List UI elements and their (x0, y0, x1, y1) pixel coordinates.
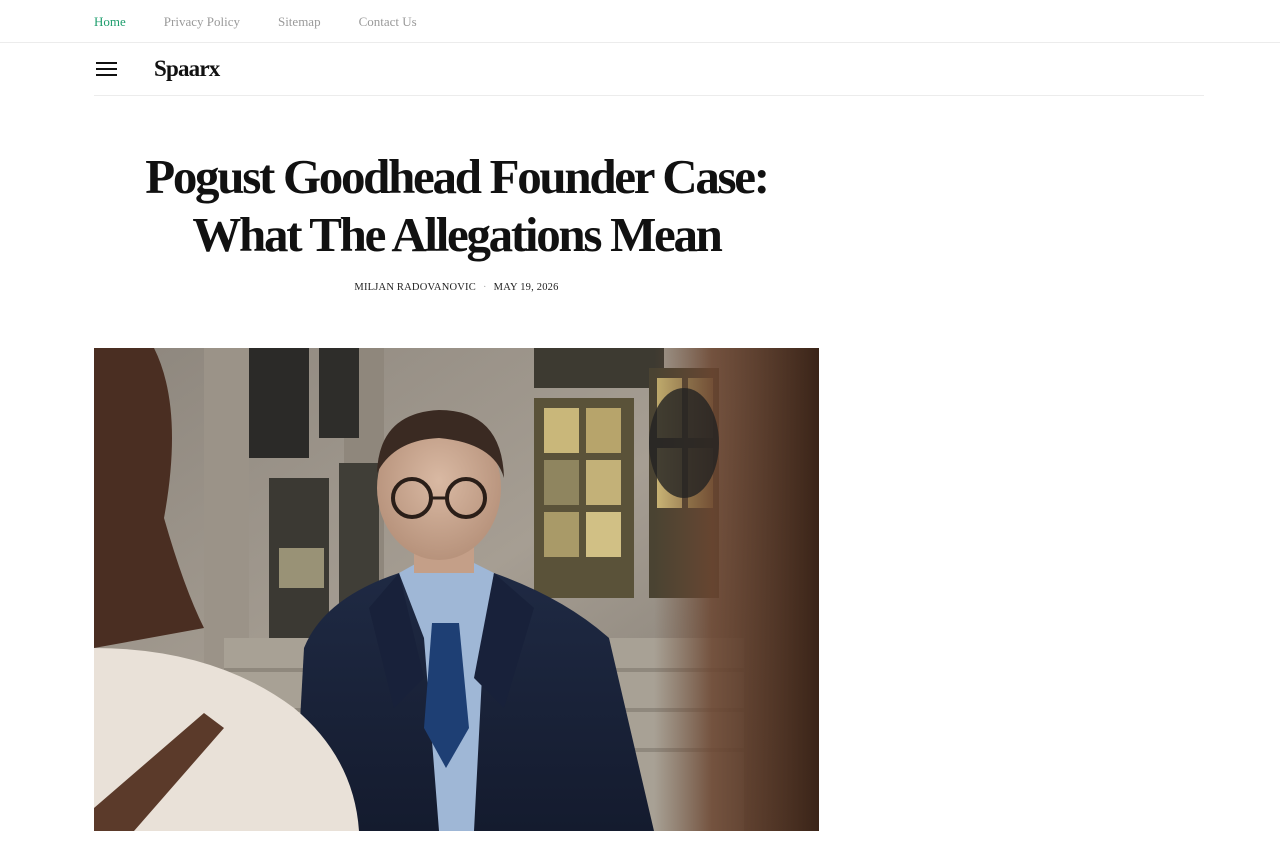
featured-image (94, 348, 819, 831)
top-nav-list: Home Privacy Policy Sitemap Contact Us (94, 14, 455, 30)
top-navigation: Home Privacy Policy Sitemap Contact Us (0, 0, 1280, 43)
nav-link-home[interactable]: Home (94, 14, 126, 30)
article-title-line-2: What The Allegations Mean (192, 207, 723, 262)
author-link[interactable]: MILJAN RADOVANOVIC (354, 282, 476, 293)
hamburger-bar (96, 74, 117, 76)
hamburger-menu-icon[interactable] (96, 62, 117, 78)
article-title-line-1: Pogust Goodhead Founder Case: (145, 149, 770, 204)
hamburger-bar (96, 68, 117, 70)
site-header: Spaarx (94, 44, 1204, 96)
hamburger-bar (96, 62, 117, 64)
article-meta: MILJAN RADOVANOVIC · MAY 19, 2026 (94, 282, 819, 293)
article-title: Pogust Goodhead Founder Case: What The A… (94, 148, 819, 264)
nav-link-contact-us[interactable]: Contact Us (359, 14, 417, 30)
publish-date: MAY 19, 2026 (493, 282, 559, 293)
nav-link-privacy-policy[interactable]: Privacy Policy (164, 14, 240, 30)
featured-photo-illustration (94, 348, 819, 831)
meta-separator: · (482, 282, 487, 293)
site-logo[interactable]: Spaarx (154, 56, 220, 82)
nav-link-sitemap[interactable]: Sitemap (278, 14, 321, 30)
